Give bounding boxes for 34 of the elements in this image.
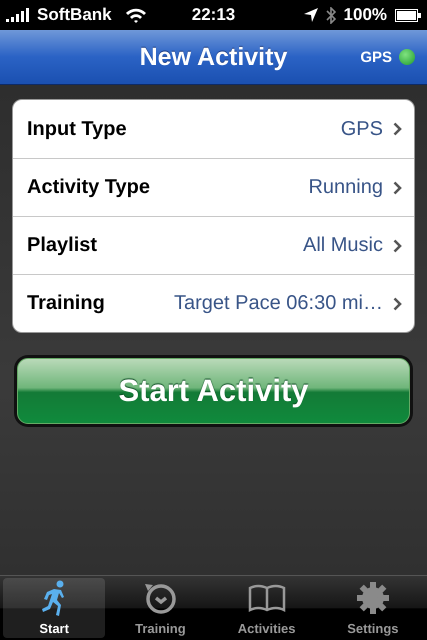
chevron-icon (393, 296, 402, 310)
settings-row[interactable]: Playlist All Music (13, 216, 414, 274)
row-value: GPS (340, 118, 383, 140)
location-arrow-icon (304, 8, 318, 22)
start-activity-button[interactable]: Start Activity (17, 358, 410, 424)
settings-row[interactable]: Input Type GPS (13, 100, 414, 158)
tab-bar-item[interactable]: Activities (216, 578, 318, 638)
battery-icon (395, 8, 422, 22)
row-label: Input Type (27, 118, 127, 140)
wifi-icon (124, 7, 147, 23)
chevron-icon (393, 238, 402, 252)
gear-icon (356, 582, 389, 614)
clock-time: 22:13 (192, 5, 236, 25)
settings-row[interactable]: Activity Type Running (13, 158, 414, 216)
battery-percentage: 100% (344, 5, 388, 25)
carrier-name: SoftBank (37, 5, 112, 25)
open-book-icon (248, 584, 286, 612)
tab-bar-item[interactable]: Start (3, 578, 106, 638)
row-label: Playlist (27, 234, 98, 257)
stopwatch-icon (142, 581, 178, 615)
bluetooth-icon (326, 6, 336, 24)
tab-bar-item[interactable]: Settings (322, 578, 424, 638)
settings-row[interactable]: Training Target Pace 06:30 mi… (13, 274, 414, 332)
row-label: Training (27, 292, 105, 315)
tab-bar-item[interactable]: Training (109, 578, 212, 638)
row-value: All Music (302, 234, 383, 257)
row-value: Target Pace 06:30 mi… (173, 292, 383, 315)
row-value: Running (307, 176, 383, 199)
signal-icon (6, 8, 32, 22)
chevron-icon (393, 180, 402, 194)
chevron-icon (393, 122, 402, 136)
row-label: Activity Type (27, 176, 150, 199)
screen-title: New Activity (140, 42, 288, 72)
gps-label: GPS (360, 48, 392, 66)
